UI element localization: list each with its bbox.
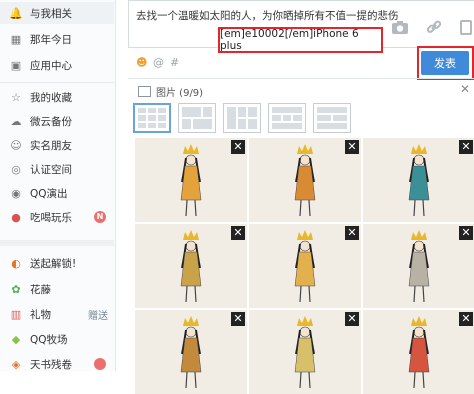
calendar-icon: ▦ xyxy=(10,32,22,46)
sidebar-item-real-name-friends[interactable]: ☺ 实名朋友 xyxy=(0,134,114,156)
photo-thumbnail[interactable]: ✕ xyxy=(363,138,474,222)
bell-icon: 🔔 xyxy=(9,6,23,20)
sidebar-divider xyxy=(0,82,114,83)
photo-thumbnail[interactable]: ✕ xyxy=(249,138,361,222)
sidebar-item-flower-vine[interactable]: ✿ 花藤 xyxy=(0,278,114,300)
flower-vine-icon: ✿ xyxy=(11,282,21,296)
sidebar-item-label: 吃喝玩乐 xyxy=(30,211,72,224)
post-text[interactable]: 去找一个温暖如太阳的人，为你晒掉所有不值一提的悲伤 xyxy=(136,8,399,23)
illustration-figure xyxy=(408,230,430,303)
remove-photo-icon[interactable]: ✕ xyxy=(231,312,245,326)
friends-icon: ☺ xyxy=(10,138,22,152)
photo-thumbnail[interactable]: ✕ xyxy=(363,310,474,394)
hashtag-icon[interactable]: # xyxy=(170,56,179,69)
apps-grid-icon: ▣ xyxy=(10,58,22,72)
sidebar-item-label: 认证空间 xyxy=(30,163,72,176)
sidebar-item-label: 微云备份 xyxy=(30,115,72,128)
layout-option-2[interactable] xyxy=(178,103,216,133)
remove-photo-icon[interactable]: ✕ xyxy=(459,312,473,326)
remove-photo-icon[interactable]: ✕ xyxy=(459,226,473,240)
sidebar-item-label: 那年今日 xyxy=(30,33,72,46)
sidebar-item-tianshu[interactable]: ◈ 天书残卷 xyxy=(0,353,114,375)
send-gift-link[interactable]: 赠送 xyxy=(88,307,108,322)
sidebar-item-qq-farm[interactable]: ◆ QQ牧场 xyxy=(0,328,114,350)
camera-icon[interactable] xyxy=(390,17,410,37)
sidebar-item-label: 送起解锁! xyxy=(30,257,77,270)
farm-icon: ◆ xyxy=(11,332,21,346)
sidebar-item-label: QQ牧场 xyxy=(30,333,68,346)
cloud-icon: ☁ xyxy=(10,114,22,128)
new-badge: N xyxy=(94,211,106,223)
layout-option-5[interactable] xyxy=(313,103,351,133)
sidebar-item-label: 花藤 xyxy=(30,283,51,296)
at-icon[interactable]: @ xyxy=(153,56,164,69)
food-icon: ● xyxy=(11,210,21,224)
verified-icon: ◎ xyxy=(11,162,21,176)
remove-photo-icon[interactable]: ✕ xyxy=(345,140,359,154)
sidebar-item-label: 天书残卷 xyxy=(30,358,72,371)
layout-option-3[interactable] xyxy=(223,103,261,133)
illustration-figure xyxy=(408,144,430,217)
layout-option-4[interactable] xyxy=(268,103,306,133)
more-icon[interactable] xyxy=(456,17,474,37)
notice-badge xyxy=(94,358,106,370)
photo-thumbnail[interactable]: ✕ xyxy=(135,224,247,308)
remove-photo-icon[interactable]: ✕ xyxy=(345,226,359,240)
sidebar-item-app-center[interactable]: ▣ 应用中心 xyxy=(0,54,114,76)
sidebar-item-unlock[interactable]: ◐ 送起解锁! xyxy=(0,252,114,274)
sidebar-item-label: QQ演出 xyxy=(30,187,68,200)
image-panel-header: 图片 (9/9) xyxy=(138,84,203,99)
star-icon: ☆ xyxy=(11,90,21,104)
photo-thumbnail[interactable]: ✕ xyxy=(135,138,247,222)
sidebar-item-label: 实名朋友 xyxy=(30,139,72,152)
photo-thumbnail[interactable]: ✕ xyxy=(249,310,361,394)
sidebar-item-gift[interactable]: ▥ 礼物 赠送 xyxy=(0,303,114,325)
sidebar-item-label: 礼物 xyxy=(30,308,51,321)
remove-photo-icon[interactable]: ✕ xyxy=(345,312,359,326)
photo-thumbnail[interactable]: ✕ xyxy=(135,310,247,394)
sidebar-item-memories[interactable]: ▦ 那年今日 xyxy=(0,28,114,50)
sidebar-item-verified-space[interactable]: ◎ 认证空间 xyxy=(0,158,114,180)
emoji-icon[interactable]: ☻ xyxy=(136,56,147,69)
layout-selector xyxy=(133,103,351,133)
sidebar: 🔔 与我相关 ▦ 那年今日 ▣ 应用中心 ☆ 我的收藏 ☁ 微云备份 ☺ 实名朋… xyxy=(0,0,116,371)
sidebar-item-qq-shows[interactable]: ◉ QQ演出 xyxy=(0,182,114,204)
book-icon: ◈ xyxy=(11,357,21,371)
sidebar-item-food-fun[interactable]: ● 吃喝玩乐 N xyxy=(0,206,114,228)
unlock-icon: ◐ xyxy=(11,256,21,270)
remove-photo-icon[interactable]: ✕ xyxy=(231,226,245,240)
sidebar-item-favorites[interactable]: ☆ 我的收藏 xyxy=(0,86,114,108)
sidebar-item-related[interactable]: 🔔 与我相关 xyxy=(0,2,114,24)
layout-option-grid[interactable] xyxy=(133,103,171,133)
ticket-icon: ◉ xyxy=(11,186,21,200)
illustration-figure xyxy=(408,316,430,389)
sidebar-item-cloud-backup[interactable]: ☁ 微云备份 xyxy=(0,110,114,132)
sidebar-item-label: 我的收藏 xyxy=(30,91,72,104)
image-panel-title: 图片 (9/9) xyxy=(156,88,204,99)
photo-thumbnail[interactable]: ✕ xyxy=(363,224,474,308)
sidebar-divider xyxy=(0,240,114,246)
sidebar-item-label: 与我相关 xyxy=(30,7,72,20)
sidebar-item-label: 应用中心 xyxy=(30,59,72,72)
publish-button[interactable]: 发表 xyxy=(421,51,469,75)
gift-icon: ▥ xyxy=(10,307,22,321)
remove-photo-icon[interactable]: ✕ xyxy=(459,140,473,154)
photo-thumbnail[interactable]: ✕ xyxy=(249,224,361,308)
panel-close-icon[interactable]: ✕ xyxy=(460,82,470,96)
remove-photo-icon[interactable]: ✕ xyxy=(231,140,245,154)
image-icon xyxy=(138,86,151,97)
link-icon[interactable] xyxy=(424,17,444,37)
